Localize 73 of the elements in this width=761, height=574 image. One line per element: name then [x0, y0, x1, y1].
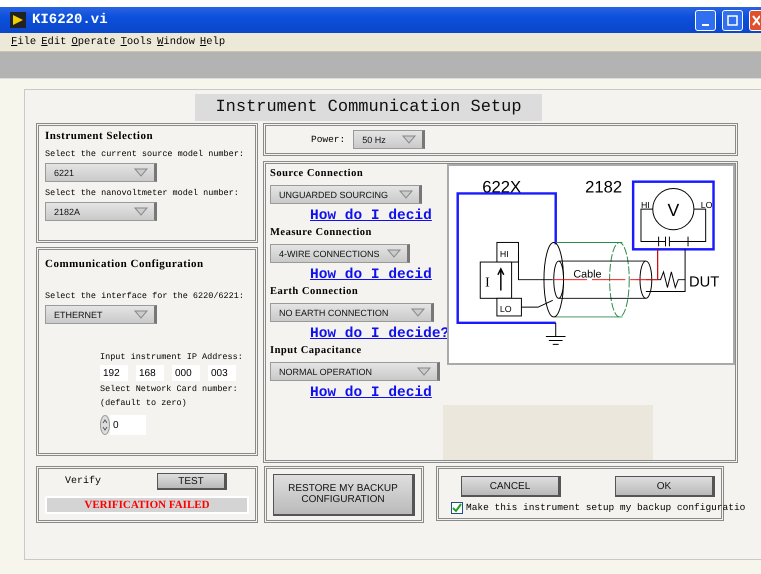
- dut-label: DUT: [689, 274, 720, 291]
- dropdown[interactable]: 4-WIRE CONNECTIONS: [270, 244, 410, 263]
- ip-field[interactable]: 168: [136, 365, 164, 381]
- minimize-button[interactable]: [695, 10, 716, 30]
- caret-icon: [402, 135, 416, 144]
- caret-icon: [399, 190, 413, 199]
- ok-button[interactable]: OK: [615, 476, 715, 497]
- dropdown[interactable]: ETHERNET: [45, 305, 157, 324]
- test-button[interactable]: TEST: [157, 473, 227, 490]
- close-button[interactable]: [749, 10, 761, 30]
- field-label: Power:: [311, 134, 346, 146]
- minimize-icon: [702, 24, 709, 26]
- caret-icon: [134, 207, 148, 216]
- section-title: Source Connection: [270, 168, 364, 179]
- dropdown[interactable]: 2182A: [45, 202, 157, 221]
- close-icon: [752, 14, 760, 26]
- maximize-button[interactable]: [722, 10, 743, 30]
- dropdown[interactable]: UNGUARDED SOURCING: [270, 185, 422, 204]
- checkbox[interactable]: [451, 502, 463, 514]
- ip-field[interactable]: 003: [208, 365, 236, 381]
- cancel-button[interactable]: CANCEL: [461, 476, 561, 497]
- section-title: Measure Connection: [270, 227, 373, 238]
- menu-item[interactable]: Window: [157, 36, 195, 48]
- panel-header: Instrument Communication Setup: [195, 94, 542, 121]
- caret-icon: [411, 308, 425, 317]
- field-hint: (default to zero): [100, 397, 188, 409]
- help-link[interactable]: How do I decid: [310, 385, 443, 401]
- section-title: Input Capacitance: [270, 345, 363, 356]
- section-title: Instrument Selection: [45, 130, 154, 142]
- meter-symbol: V: [667, 200, 680, 220]
- dropdown[interactable]: NORMAL OPERATION: [270, 362, 440, 381]
- window-title: KI6220.vi: [32, 12, 109, 28]
- field-label: Input instrument IP Address:: [100, 351, 244, 363]
- status-display: VERIFICATION FAILED: [45, 496, 249, 514]
- field-label: Select Network Card number:: [100, 383, 239, 395]
- dropdown[interactable]: 6221: [45, 163, 157, 182]
- section-title: Earth Connection: [270, 286, 360, 297]
- menu-item[interactable]: Help: [200, 36, 226, 48]
- caret-icon: [134, 310, 148, 319]
- menu-item[interactable]: File: [11, 36, 36, 48]
- verify-label: Verify: [65, 476, 102, 488]
- help-link[interactable]: How do I decid: [310, 267, 443, 283]
- menu-item[interactable]: Tools: [120, 36, 152, 48]
- app-icon: [10, 12, 26, 28]
- help-link[interactable]: How do I decid: [310, 208, 443, 224]
- section-title: Communication Configuration: [45, 258, 205, 270]
- maximize-icon: [727, 14, 738, 26]
- menu-item[interactable]: Operate: [71, 36, 116, 48]
- ip-field[interactable]: 000: [172, 365, 200, 381]
- network-card-field[interactable]: 0: [110, 415, 146, 435]
- spinner-icon[interactable]: [100, 415, 110, 435]
- field-label: Select the current source model number:: [45, 148, 245, 160]
- source-symbol: I: [485, 274, 490, 290]
- arrow-icon: [497, 267, 504, 292]
- terminal-label: LO: [500, 304, 512, 314]
- terminal-label: LO: [700, 200, 713, 210]
- menu-item[interactable]: Edit: [41, 36, 66, 48]
- diagram-label: 622X: [482, 177, 522, 196]
- cable-label: Cable: [573, 268, 602, 281]
- restore-button[interactable]: RESTORE MY BACKUP CONFIGURATION: [273, 474, 415, 516]
- ip-field[interactable]: 192: [100, 365, 128, 381]
- terminal-label: HI: [640, 200, 650, 210]
- dropdown[interactable]: NO EARTH CONNECTION: [270, 303, 434, 322]
- terminal-label: HI: [500, 249, 509, 260]
- field-label: Select the nanovoltmeter model number:: [45, 187, 240, 199]
- caret-icon: [387, 249, 401, 258]
- checkbox-label: Make this instrument setup my backup configuratio: [466, 502, 746, 514]
- dropdown[interactable]: 50 Hz: [353, 130, 426, 149]
- field-label: Select the interface for the 6220/6221:: [45, 290, 245, 302]
- meter-circle: [652, 188, 694, 230]
- caret-icon: [417, 367, 431, 376]
- diagram-label: 2182: [585, 177, 622, 196]
- caret-icon: [134, 168, 148, 177]
